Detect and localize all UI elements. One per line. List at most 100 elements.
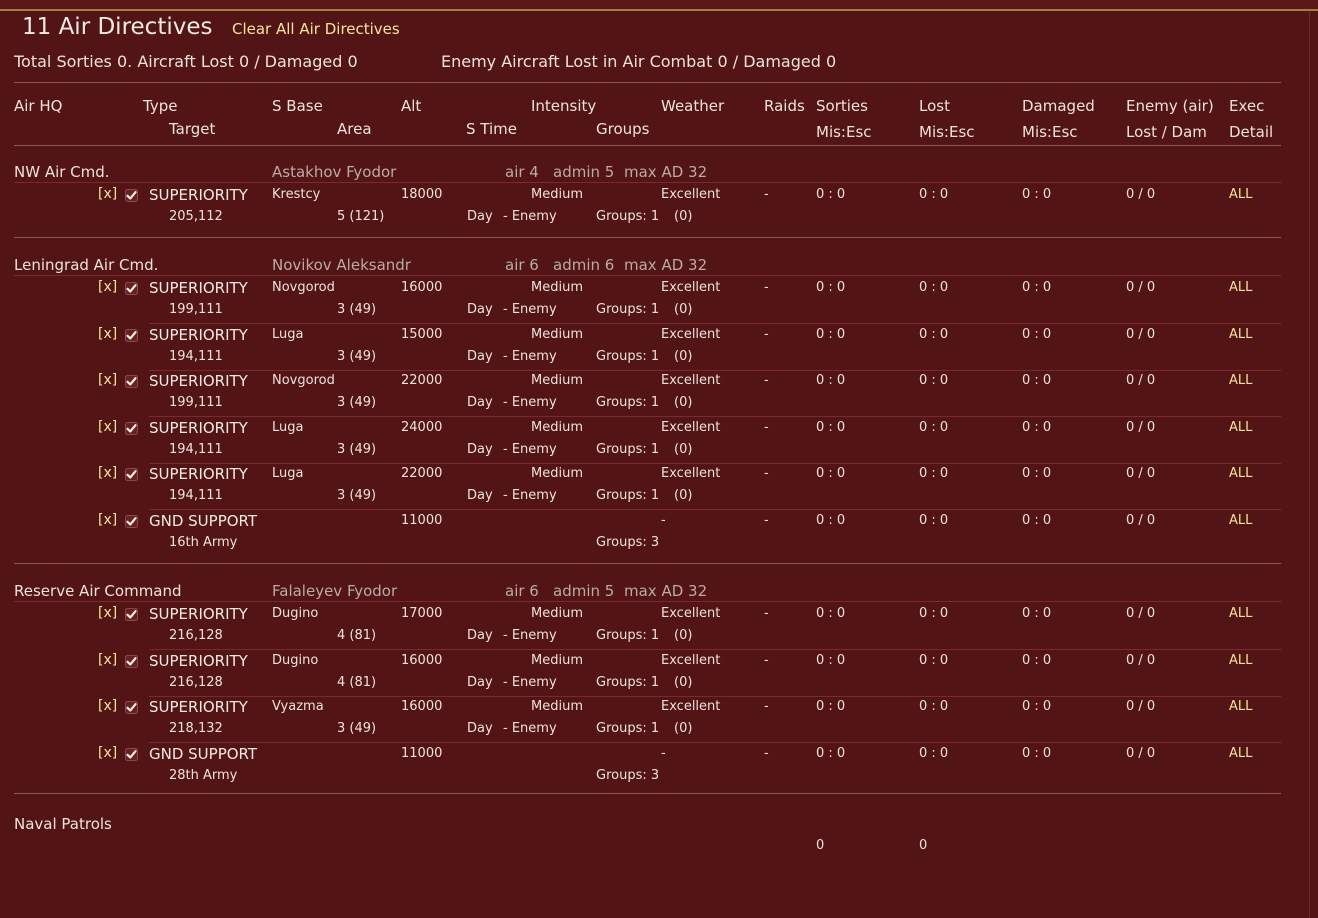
col-damaged[interactable]: Damaged [1022,97,1095,115]
exec-detail-link[interactable]: ALL [1229,699,1252,714]
altitude[interactable]: 24000 [401,420,442,435]
sortie-time[interactable]: Day [467,628,493,643]
target[interactable]: 194,111 [169,488,223,503]
exec-detail-link[interactable]: ALL [1229,513,1252,528]
target[interactable]: 199,111 [169,395,223,410]
groups-count[interactable]: Groups: 1 [596,488,659,503]
col-air-hq[interactable]: Air HQ [14,97,62,115]
staging-base[interactable]: Luga [272,420,303,435]
intensity[interactable]: Medium [531,187,583,202]
staging-base[interactable]: Luga [272,327,303,342]
target[interactable]: 28th Army [169,768,237,783]
exec-detail-link[interactable]: ALL [1229,746,1252,761]
staging-base[interactable]: Dugino [272,653,318,668]
staging-base[interactable]: Dugino [272,606,318,621]
target[interactable]: 218,132 [169,721,223,736]
col-type[interactable]: Type [143,97,177,115]
exec-detail-link[interactable]: ALL [1229,187,1252,202]
exec-detail-link[interactable]: ALL [1229,280,1252,295]
altitude[interactable]: 16000 [401,699,442,714]
air-hq-name[interactable]: Reserve Air Command [14,582,182,600]
groups-count[interactable]: Groups: 1 [596,442,659,457]
directive-type[interactable]: SUPERIORITY [149,279,248,297]
staging-base[interactable]: Novgorod [272,280,335,295]
altitude[interactable]: 16000 [401,280,442,295]
col-detail[interactable]: Detail [1229,123,1273,141]
groups-count[interactable]: Groups: 1 [596,721,659,736]
altitude[interactable]: 16000 [401,653,442,668]
sortie-time[interactable]: Day [467,675,493,690]
target[interactable]: 216,128 [169,628,223,643]
col-exec[interactable]: Exec [1229,97,1264,115]
intensity[interactable]: Medium [531,699,583,714]
sortie-time[interactable]: Day [467,302,493,317]
staging-base[interactable]: Novgorod [272,373,335,388]
groups-count[interactable]: Groups: 1 [596,349,659,364]
exec-detail-link[interactable]: ALL [1229,606,1252,621]
delete-directive-button[interactable]: [x] [98,745,117,761]
col-target[interactable]: Target [169,120,215,138]
directive-type[interactable]: GND SUPPORT [149,512,257,530]
check-icon[interactable] [125,466,138,485]
staging-base[interactable]: Luga [272,466,303,481]
col-enemy-air[interactable]: Enemy (air) [1126,97,1214,115]
staging-base[interactable]: Krestcy [272,187,320,202]
col-area[interactable]: Area [337,120,372,138]
altitude[interactable]: 15000 [401,327,442,342]
sortie-time[interactable]: Day [467,442,493,457]
target[interactable]: 194,111 [169,349,223,364]
sortie-time[interactable]: Day [467,395,493,410]
groups-count[interactable]: Groups: 1 [596,675,659,690]
col-s-time[interactable]: S Time [466,120,517,138]
intensity[interactable]: Medium [531,606,583,621]
col-lost[interactable]: Lost [919,97,950,115]
directive-type[interactable]: GND SUPPORT [149,745,257,763]
directive-type[interactable]: SUPERIORITY [149,372,248,390]
check-icon[interactable] [125,746,138,765]
groups-count[interactable]: Groups: 1 [596,395,659,410]
exec-detail-link[interactable]: ALL [1229,327,1252,342]
sortie-time[interactable]: Day [467,209,493,224]
check-icon[interactable] [125,606,138,625]
check-icon[interactable] [125,327,138,346]
clear-all-directives-link[interactable]: Clear All Air Directives [232,20,400,38]
delete-directive-button[interactable]: [x] [98,465,117,481]
check-icon[interactable] [125,373,138,392]
check-icon[interactable] [125,280,138,299]
sortie-time[interactable]: Day [467,488,493,503]
col-raids[interactable]: Raids [764,97,805,115]
altitude[interactable]: 17000 [401,606,442,621]
check-icon[interactable] [125,187,138,206]
altitude[interactable]: 11000 [401,746,442,761]
delete-directive-button[interactable]: [x] [98,512,117,528]
delete-directive-button[interactable]: [x] [98,186,117,202]
intensity[interactable]: Medium [531,466,583,481]
target[interactable]: 205,112 [169,209,223,224]
intensity[interactable]: Medium [531,327,583,342]
col-s-base[interactable]: S Base [272,97,323,115]
intensity[interactable]: Medium [531,280,583,295]
col-groups[interactable]: Groups [596,120,649,138]
groups-count[interactable]: Groups: 1 [596,209,659,224]
col-weather[interactable]: Weather [661,97,724,115]
commander-name[interactable]: Falaleyev Fyodor [272,582,397,600]
check-icon[interactable] [125,420,138,439]
altitude[interactable]: 22000 [401,373,442,388]
target[interactable]: 16th Army [169,535,237,550]
commander-name[interactable]: Astakhov Fyodor [272,163,396,181]
directive-type[interactable]: SUPERIORITY [149,419,248,437]
groups-count[interactable]: Groups: 3 [596,768,659,783]
target[interactable]: 199,111 [169,302,223,317]
sortie-time[interactable]: Day [467,721,493,736]
groups-count[interactable]: Groups: 1 [596,628,659,643]
air-hq-name[interactable]: NW Air Cmd. [14,163,110,181]
intensity[interactable]: Medium [531,420,583,435]
intensity[interactable]: Medium [531,653,583,668]
directive-type[interactable]: SUPERIORITY [149,186,248,204]
check-icon[interactable] [125,513,138,532]
target[interactable]: 194,111 [169,442,223,457]
col-sorties[interactable]: Sorties [816,97,868,115]
directive-type[interactable]: SUPERIORITY [149,605,248,623]
delete-directive-button[interactable]: [x] [98,419,117,435]
intensity[interactable]: Medium [531,373,583,388]
